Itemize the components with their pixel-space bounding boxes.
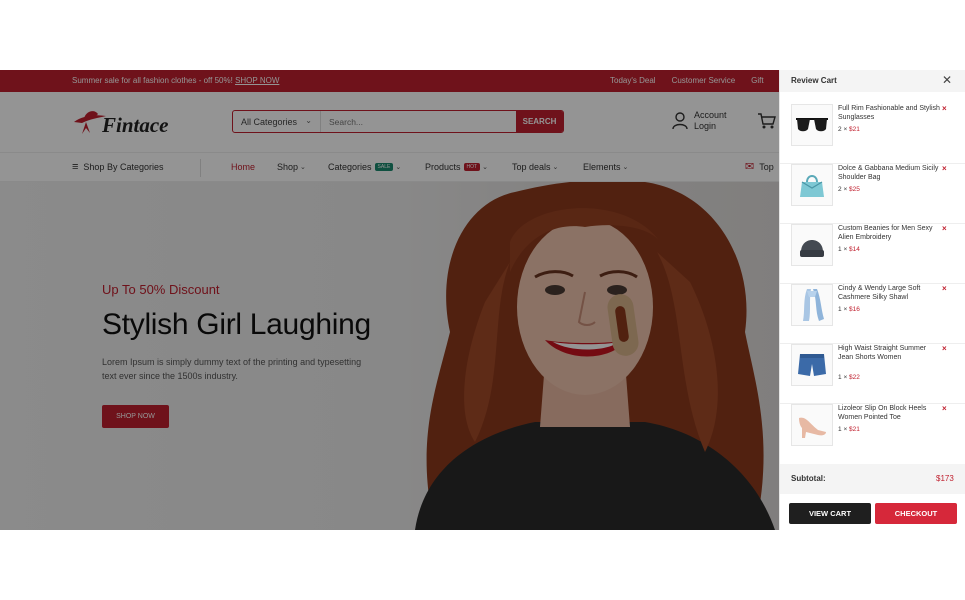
- cart-item-name[interactable]: Dolce & Gabbana Medium Sicily Shoulder B…: [838, 164, 942, 182]
- cart-item-qty: 1: [838, 426, 842, 433]
- cart-item: Custom Beanies for Men Sexy Alien Embroi…: [780, 224, 965, 284]
- heels-icon: [799, 417, 826, 438]
- cart-item-price: $16: [849, 306, 860, 313]
- cart-item-qty-price: 1 × $21: [838, 426, 860, 433]
- close-icon[interactable]: ✕: [942, 74, 952, 86]
- cart-item-thumbnail[interactable]: [791, 224, 833, 266]
- subtotal-label: Subtotal:: [791, 474, 826, 483]
- cart-item: Full Rim Fashionable and Stylish Sunglas…: [780, 104, 965, 164]
- cart-item: High Waist Straight Summer Jean Shorts W…: [780, 344, 965, 404]
- cart-item-price: $22: [849, 374, 860, 381]
- cart-item-name[interactable]: Full Rim Fashionable and Stylish Sunglas…: [838, 104, 942, 122]
- cart-item-name[interactable]: Cindy & Wendy Large Soft Cashmere Silky …: [838, 284, 942, 302]
- cart-item-thumbnail[interactable]: [791, 344, 833, 386]
- shorts-icon: [798, 354, 826, 376]
- remove-item-icon[interactable]: ×: [942, 284, 947, 293]
- cart-item-price: $25: [849, 186, 860, 193]
- remove-item-icon[interactable]: ×: [942, 344, 947, 353]
- cart-item-price: $21: [849, 426, 860, 433]
- cart-item-thumbnail[interactable]: [791, 164, 833, 206]
- cart-item-thumbnail[interactable]: [791, 284, 833, 326]
- handbag-icon: [800, 175, 824, 197]
- cart-item-name[interactable]: High Waist Straight Summer Jean Shorts W…: [838, 344, 942, 362]
- multiply-sign: ×: [843, 306, 848, 313]
- view-cart-button[interactable]: VIEW CART: [789, 503, 871, 524]
- remove-item-icon[interactable]: ×: [942, 164, 947, 173]
- multiply-sign: ×: [843, 374, 848, 381]
- page: Summer sale for all fashion clothes - of…: [0, 0, 965, 600]
- cart-item-price: $14: [849, 246, 860, 253]
- cart-item-qty: 2: [838, 126, 842, 133]
- cart-item-qty: 2: [838, 186, 842, 193]
- checkout-button[interactable]: CHECKOUT: [875, 503, 957, 524]
- cart-item-price: $21: [849, 126, 860, 133]
- cart-title: Review Cart: [791, 76, 837, 85]
- cart-item-name[interactable]: Lizoleor Slip On Block Heels Women Point…: [838, 404, 942, 422]
- cart-subtotal: Subtotal: $173: [780, 464, 965, 494]
- cart-item-qty: 1: [838, 246, 842, 253]
- multiply-sign: ×: [843, 246, 848, 253]
- cart-item-qty-price: 1 × $16: [838, 306, 860, 313]
- cart-item-qty-price: 1 × $14: [838, 246, 860, 253]
- cart-item-name[interactable]: Custom Beanies for Men Sexy Alien Embroi…: [838, 224, 942, 242]
- cart-item-qty: 1: [838, 306, 842, 313]
- cart-drawer: Review Cart ✕ Full Rim Fashionable and S…: [779, 70, 965, 530]
- cart-item-thumbnail[interactable]: [791, 404, 833, 446]
- cart-item-qty: 1: [838, 374, 842, 381]
- cart-item-qty-price: 1 × $22: [838, 374, 860, 381]
- multiply-sign: ×: [843, 426, 848, 433]
- cart-header: Review Cart ✕: [780, 70, 965, 92]
- cart-item-qty-price: 2 × $21: [838, 126, 860, 133]
- multiply-sign: ×: [843, 186, 848, 193]
- shawl-icon: [803, 289, 824, 321]
- beanie-icon: [800, 240, 824, 257]
- cart-item-thumbnail[interactable]: [791, 104, 833, 146]
- multiply-sign: ×: [843, 126, 848, 133]
- cart-item: Lizoleor Slip On Block Heels Women Point…: [780, 404, 965, 464]
- remove-item-icon[interactable]: ×: [942, 224, 947, 233]
- remove-item-icon[interactable]: ×: [942, 104, 947, 113]
- cart-item: Cindy & Wendy Large Soft Cashmere Silky …: [780, 284, 965, 344]
- cart-item: Dolce & Gabbana Medium Sicily Shoulder B…: [780, 164, 965, 224]
- remove-item-icon[interactable]: ×: [942, 404, 947, 413]
- cart-item-qty-price: 2 × $25: [838, 186, 860, 193]
- subtotal-value: $173: [936, 474, 954, 483]
- sunglasses-icon: [796, 118, 828, 132]
